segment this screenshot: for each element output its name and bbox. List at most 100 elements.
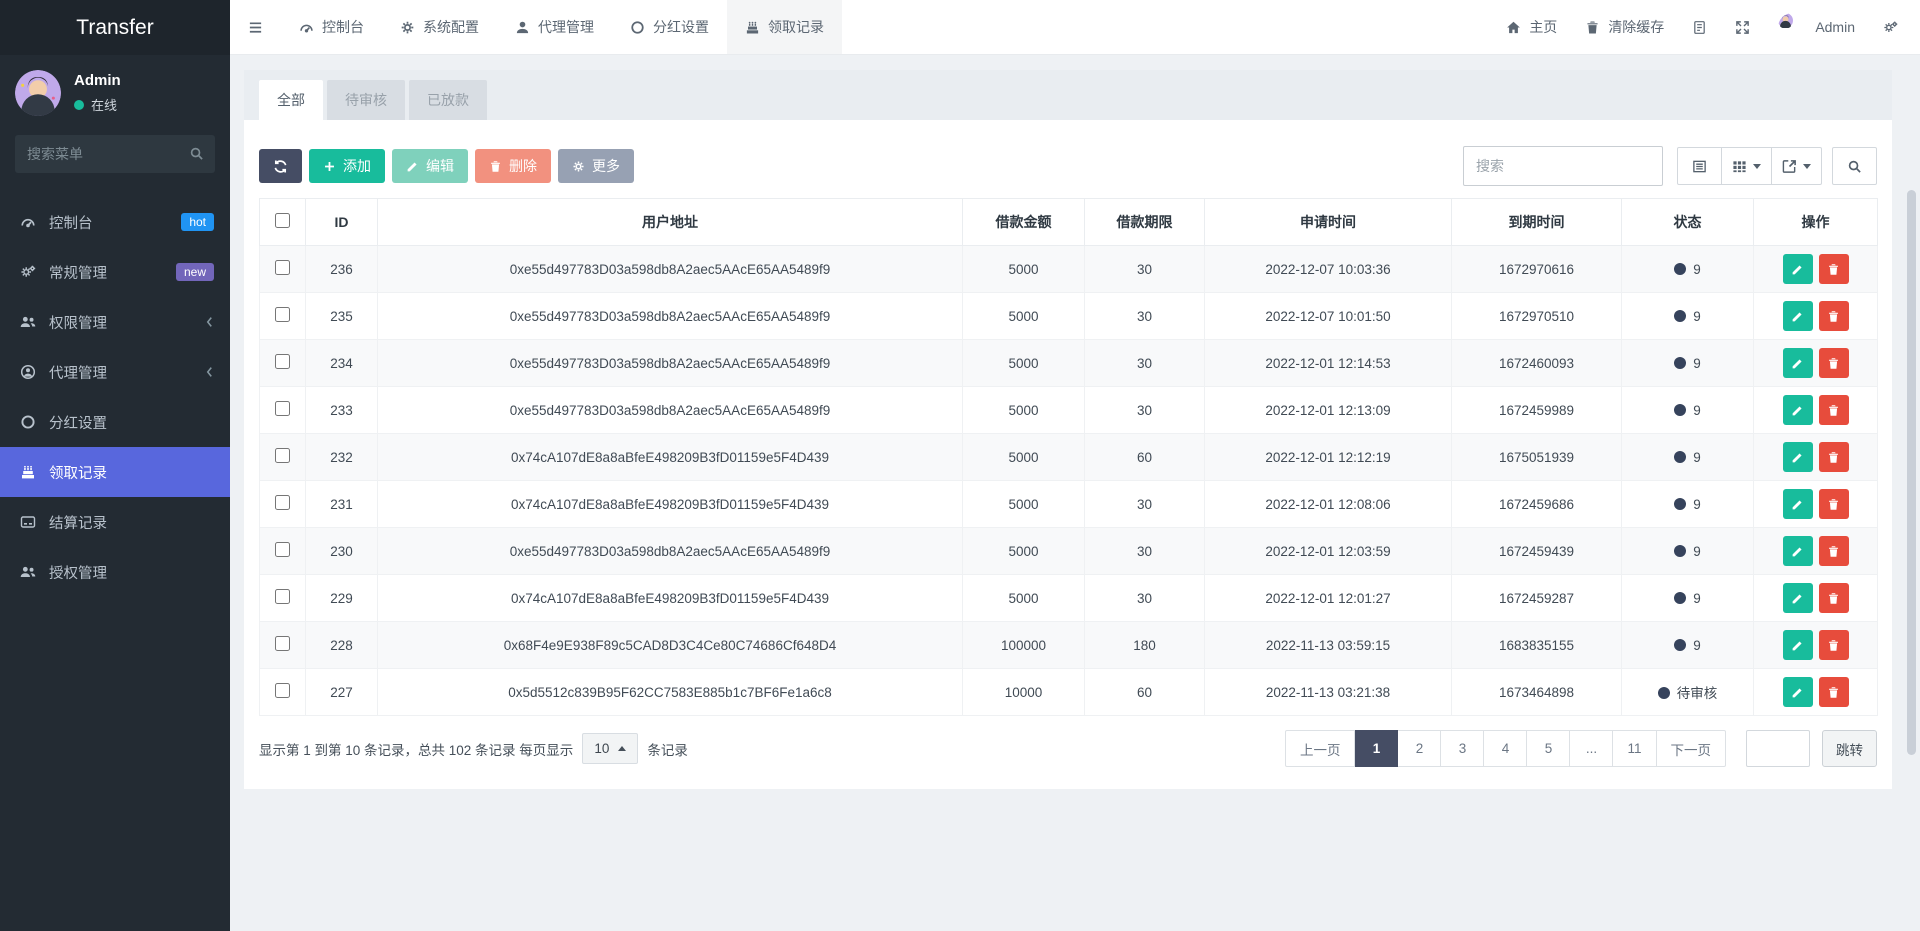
- sidebar-item-permission[interactable]: 权限管理: [0, 297, 230, 347]
- row-checkbox[interactable]: [275, 354, 290, 369]
- add-button[interactable]: 添加: [309, 149, 385, 183]
- tab-loaned[interactable]: 已放款: [409, 80, 487, 120]
- table-row[interactable]: 2360xe55d497783D03a598db8A2aec5AAcE65AA5…: [260, 246, 1878, 293]
- tab-pending[interactable]: 待审核: [327, 80, 405, 120]
- detail-view-button[interactable]: [1677, 147, 1722, 185]
- table-row[interactable]: 2270x5d5512c839B95F62CC7583E885b1c7BF6Fe…: [260, 669, 1878, 716]
- page-button-2[interactable]: 2: [1398, 730, 1441, 767]
- page-size-select[interactable]: 10: [582, 733, 638, 764]
- row-delete-button[interactable]: [1819, 583, 1849, 613]
- search-button[interactable]: [1832, 147, 1877, 185]
- row-checkbox[interactable]: [275, 495, 290, 510]
- row-edit-button[interactable]: [1783, 442, 1813, 472]
- table-row[interactable]: 2320x74cA107dE8a8aBfeE498209B3fD01159e5F…: [260, 434, 1878, 481]
- export-button[interactable]: [1772, 147, 1822, 185]
- row-delete-button[interactable]: [1819, 395, 1849, 425]
- tab-all[interactable]: 全部: [259, 80, 323, 120]
- row-checkbox[interactable]: [275, 589, 290, 604]
- table-row[interactable]: 2350xe55d497783D03a598db8A2aec5AAcE65AA5…: [260, 293, 1878, 340]
- cell-select: [260, 387, 306, 434]
- columns-button[interactable]: [1722, 147, 1772, 185]
- menu-search-input[interactable]: [15, 135, 215, 173]
- table-row[interactable]: 2310x74cA107dE8a8aBfeE498209B3fD01159e5F…: [260, 481, 1878, 528]
- row-delete-button[interactable]: [1819, 489, 1849, 519]
- row-edit-button[interactable]: [1783, 583, 1813, 613]
- row-checkbox[interactable]: [275, 448, 290, 463]
- row-edit-button[interactable]: [1783, 489, 1813, 519]
- page-button-1[interactable]: 1: [1355, 730, 1398, 767]
- home-link[interactable]: 主页: [1492, 0, 1571, 54]
- table-row[interactable]: 2330xe55d497783D03a598db8A2aec5AAcE65AA5…: [260, 387, 1878, 434]
- sidebar-item-console[interactable]: 控制台hot: [0, 197, 230, 247]
- row-checkbox[interactable]: [275, 307, 290, 322]
- page-button-3[interactable]: 3: [1441, 730, 1484, 767]
- topbar-tab-dividend[interactable]: 分红设置: [612, 0, 727, 54]
- row-checkbox[interactable]: [275, 401, 290, 416]
- sidebar-item-agent[interactable]: 代理管理: [0, 347, 230, 397]
- row-checkbox[interactable]: [275, 542, 290, 557]
- column-header[interactable]: 到期时间: [1452, 199, 1622, 246]
- sidebar-item-claim[interactable]: 领取记录: [0, 447, 230, 497]
- fullscreen-button[interactable]: [1721, 0, 1764, 54]
- sidebar-item-dividend[interactable]: 分红设置: [0, 397, 230, 447]
- page-button-4[interactable]: 4: [1484, 730, 1527, 767]
- topbar-tab-agent[interactable]: 代理管理: [497, 0, 612, 54]
- cell-term: 180: [1085, 622, 1205, 669]
- column-header[interactable]: 状态: [1622, 199, 1754, 246]
- row-delete-button[interactable]: [1819, 442, 1849, 472]
- jump-button[interactable]: 跳转: [1822, 730, 1877, 767]
- row-delete-button[interactable]: [1819, 348, 1849, 378]
- select-all-checkbox[interactable]: [275, 213, 290, 228]
- refresh-button[interactable]: [259, 149, 302, 183]
- page-button-下一页[interactable]: 下一页: [1657, 730, 1727, 767]
- table-row[interactable]: 2300xe55d497783D03a598db8A2aec5AAcE65AA5…: [260, 528, 1878, 575]
- row-edit-button[interactable]: [1783, 536, 1813, 566]
- scrollbar-thumb[interactable]: [1907, 190, 1916, 755]
- row-delete-button[interactable]: [1819, 254, 1849, 284]
- column-header[interactable]: 操作: [1754, 199, 1878, 246]
- row-edit-button[interactable]: [1783, 301, 1813, 331]
- delete-button[interactable]: 删除: [475, 149, 551, 183]
- table-row[interactable]: 2340xe55d497783D03a598db8A2aec5AAcE65AA5…: [260, 340, 1878, 387]
- row-checkbox[interactable]: [275, 260, 290, 275]
- more-button[interactable]: 更多: [558, 149, 634, 183]
- page-button-5[interactable]: 5: [1527, 730, 1570, 767]
- page-button-...[interactable]: ...: [1570, 730, 1613, 767]
- settings-button[interactable]: [1869, 0, 1912, 54]
- page-button-上一页[interactable]: 上一页: [1285, 730, 1356, 767]
- column-header[interactable]: ID: [306, 199, 378, 246]
- row-edit-button[interactable]: [1783, 254, 1813, 284]
- row-delete-button[interactable]: [1819, 301, 1849, 331]
- row-delete-button[interactable]: [1819, 630, 1849, 660]
- column-header[interactable]: 借款期限: [1085, 199, 1205, 246]
- column-header[interactable]: 借款金额: [963, 199, 1085, 246]
- topbar-tab-console[interactable]: 控制台: [281, 0, 382, 54]
- jump-page-input[interactable]: [1746, 730, 1810, 767]
- row-edit-button[interactable]: [1783, 677, 1813, 707]
- admin-menu[interactable]: Admin: [1764, 0, 1869, 54]
- row-delete-button[interactable]: [1819, 677, 1849, 707]
- cell-id: 233: [306, 387, 378, 434]
- page-button-11[interactable]: 11: [1613, 730, 1656, 767]
- row-checkbox[interactable]: [275, 683, 290, 698]
- cell-expire-time: 1672459439: [1452, 528, 1622, 575]
- sidebar-toggle-button[interactable]: [230, 0, 281, 54]
- table-row[interactable]: 2290x74cA107dE8a8aBfeE498209B3fD01159e5F…: [260, 575, 1878, 622]
- table-search-input[interactable]: [1463, 146, 1663, 186]
- table-row[interactable]: 2280x68F4e9E938F89c5CAD8D3C4Ce80C74686Cf…: [260, 622, 1878, 669]
- row-edit-button[interactable]: [1783, 348, 1813, 378]
- row-edit-button[interactable]: [1783, 630, 1813, 660]
- clear-cache-button[interactable]: 清除缓存: [1571, 0, 1678, 54]
- row-edit-button[interactable]: [1783, 395, 1813, 425]
- edit-button[interactable]: 编辑: [392, 149, 468, 183]
- topbar-tab-system[interactable]: 系统配置: [382, 0, 497, 54]
- sidebar-item-authorize[interactable]: 授权管理: [0, 547, 230, 597]
- column-header[interactable]: 用户地址: [378, 199, 963, 246]
- column-header[interactable]: 申请时间: [1205, 199, 1452, 246]
- log-button[interactable]: [1678, 0, 1721, 54]
- sidebar-item-general[interactable]: 常规管理new: [0, 247, 230, 297]
- row-delete-button[interactable]: [1819, 536, 1849, 566]
- topbar-tab-claim[interactable]: 领取记录: [727, 0, 842, 54]
- sidebar-item-settle[interactable]: 结算记录: [0, 497, 230, 547]
- row-checkbox[interactable]: [275, 636, 290, 651]
